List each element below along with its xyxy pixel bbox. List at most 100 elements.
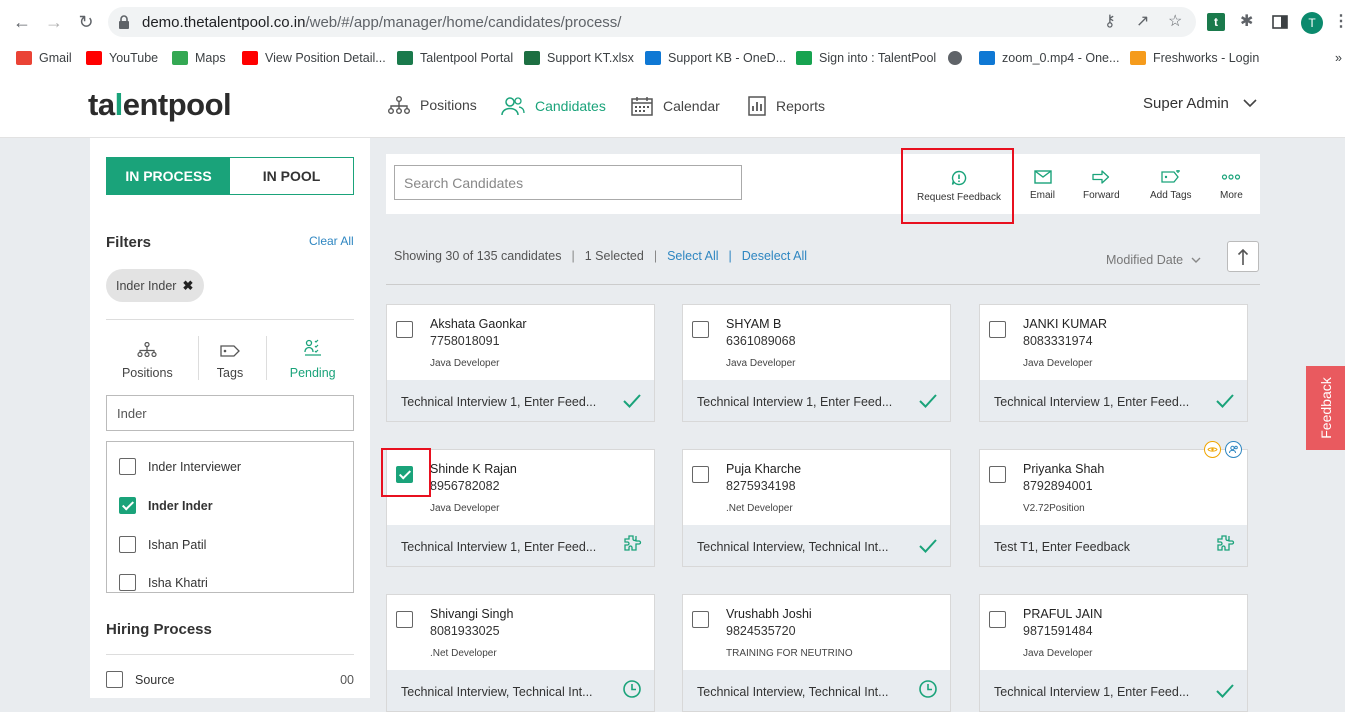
bookmark-item[interactable]: Gmail xyxy=(16,48,72,68)
tag-icon xyxy=(220,345,240,357)
user-menu[interactable]: Super Admin xyxy=(1143,95,1257,112)
filter-search-input[interactable]: Inder xyxy=(106,395,354,431)
interviewer-option[interactable]: Inder Interviewer xyxy=(119,458,241,475)
sort-direction-button[interactable] xyxy=(1227,241,1259,272)
candidate-checkbox[interactable] xyxy=(692,611,709,628)
candidate-name[interactable]: Vrushabh Joshi xyxy=(726,607,812,621)
hiring-process-heading: Hiring Process xyxy=(106,621,212,638)
candidate-stage: Technical Interview 1, Enter Feed... xyxy=(683,380,950,421)
candidate-checkbox[interactable] xyxy=(692,321,709,338)
reload-icon[interactable]: ↻ xyxy=(76,12,96,32)
filter-chip: Inder Inder ✖ xyxy=(106,269,205,302)
candidate-checkbox[interactable] xyxy=(989,321,1006,338)
checkbox[interactable] xyxy=(119,497,136,514)
add-tags-button[interactable]: Add Tags xyxy=(1150,170,1192,201)
email-button[interactable]: Email xyxy=(1030,170,1055,201)
talentpool-logo[interactable]: talentpool xyxy=(88,87,232,123)
checkbox[interactable] xyxy=(119,574,136,591)
eye-icon[interactable] xyxy=(1204,441,1221,458)
interviewer-option-label: Inder Inder xyxy=(148,498,213,513)
bookmark-item[interactable]: View Position Detail... xyxy=(242,48,386,68)
key-icon[interactable]: ⚷ xyxy=(1104,13,1116,31)
candidate-checkbox[interactable] xyxy=(989,466,1006,483)
candidate-checkbox[interactable] xyxy=(692,466,709,483)
candidate-name[interactable]: Shivangi Singh xyxy=(430,607,513,621)
tab-in-pool[interactable]: IN POOL xyxy=(230,158,353,194)
back-icon[interactable]: ← xyxy=(12,12,32,32)
checkbox[interactable] xyxy=(119,458,136,475)
interviewer-option[interactable]: Ishan Patil xyxy=(119,536,206,553)
candidate-card[interactable]: JANKI KUMAR 8083331974 Java Developer Techn… xyxy=(979,304,1248,422)
candidate-checkbox[interactable] xyxy=(396,611,413,628)
forward-icon[interactable]: → xyxy=(44,12,64,32)
check-icon xyxy=(1215,393,1235,409)
bookmarks-bar: Gmail YouTube Maps View Position Detail... T… xyxy=(0,44,1345,74)
candidate-stage: Technical Interview, Technical Int... xyxy=(387,670,654,711)
menu-kebab-icon[interactable]: ⋮ xyxy=(1333,13,1345,31)
bookmark-item[interactable]: Support KB - OneD... xyxy=(645,48,786,68)
candidate-name[interactable]: JANKI KUMAR xyxy=(1023,317,1107,331)
more-bookmarks-icon[interactable]: » xyxy=(1335,48,1342,68)
bookmark-label: Sign into : TalentPool xyxy=(819,51,937,65)
candidate-card[interactable]: Akshata Gaonkar 7758018091 Java Developer T… xyxy=(386,304,655,422)
remove-chip-icon[interactable]: ✖ xyxy=(182,278,193,294)
candidate-checkbox[interactable] xyxy=(989,611,1006,628)
address-bar[interactable]: demo.thetalentpool.co.in/web/#/app/manag… xyxy=(108,7,1196,37)
calendar-icon xyxy=(631,97,653,116)
share-icon[interactable]: ↗ xyxy=(1136,13,1149,31)
nav-candidates[interactable]: Candidates xyxy=(501,96,606,116)
nav-reports[interactable]: Reports xyxy=(748,96,825,116)
candidate-name[interactable]: Puja Kharche xyxy=(726,462,801,476)
sort-dropdown[interactable]: Modified Date xyxy=(1106,253,1201,267)
candidate-name[interactable]: Shinde K Rajan xyxy=(430,462,517,476)
profile-avatar[interactable]: T xyxy=(1301,12,1323,34)
candidate-card[interactable]: Puja Kharche 8275934198 .Net Developer Tech… xyxy=(682,449,951,567)
candidate-card[interactable]: Shivangi Singh 8081933025 .Net Developer Te… xyxy=(386,594,655,712)
interviewer-option[interactable]: Inder Inder xyxy=(119,497,213,514)
tab-in-process[interactable]: IN PROCESS xyxy=(107,158,230,194)
star-icon[interactable]: ☆ xyxy=(1168,13,1182,31)
nav-positions[interactable]: Positions xyxy=(388,96,477,114)
filter-tab-pending[interactable]: Pending xyxy=(271,332,354,384)
forward-button[interactable]: Forward xyxy=(1083,170,1120,201)
interviewer-option[interactable]: Isha Khatri xyxy=(119,574,208,591)
candidate-card[interactable]: Priyanka Shah 8792894001 V2.72Position Test… xyxy=(979,449,1248,567)
interviewer-option-label: Isha Khatri xyxy=(148,575,208,590)
bookmark-label: Gmail xyxy=(39,51,72,65)
filter-tab-tags[interactable]: Tags xyxy=(189,332,272,384)
search-candidates-input[interactable]: Search Candidates xyxy=(394,165,742,200)
talentpool-extension-icon[interactable]: t xyxy=(1207,13,1225,31)
clear-all-link[interactable]: Clear All xyxy=(309,234,354,248)
source-filter-row[interactable]: Source 00 xyxy=(106,671,354,688)
candidate-name[interactable]: PRAFUL JAIN xyxy=(1023,607,1102,621)
candidate-position: Java Developer xyxy=(726,358,796,369)
select-all-link[interactable]: Select All xyxy=(667,249,718,263)
candidate-name[interactable]: SHYAM B xyxy=(726,317,781,331)
sidepanel-icon[interactable] xyxy=(1272,14,1288,30)
candidate-card[interactable]: SHYAM B 6361089068 Java Developer Technical… xyxy=(682,304,951,422)
candidate-name[interactable]: Priyanka Shah xyxy=(1023,462,1104,476)
filter-type-tabs: Positions Tags Pending xyxy=(106,332,354,384)
checkbox[interactable] xyxy=(119,536,136,553)
extensions-icon[interactable]: ✱ xyxy=(1240,13,1253,31)
users-icon[interactable] xyxy=(1225,441,1242,458)
candidate-name[interactable]: Akshata Gaonkar xyxy=(430,317,527,331)
bookmark-item[interactable]: zoom_0.mp4 - One... xyxy=(979,48,1119,68)
candidate-card[interactable]: Vrushabh Joshi 9824535720 TRAINING FOR NEU… xyxy=(682,594,951,712)
more-button[interactable]: More xyxy=(1220,170,1243,201)
feedback-side-tab[interactable]: Feedback xyxy=(1306,366,1345,450)
bookmark-item[interactable]: YouTube xyxy=(86,48,158,68)
candidate-card[interactable]: PRAFUL JAIN 9871591484 Java Developer Techn… xyxy=(979,594,1248,712)
clock-icon xyxy=(622,679,642,699)
candidate-checkbox[interactable] xyxy=(396,321,413,338)
bookmark-item[interactable]: Talentpool Portal xyxy=(397,48,513,68)
bookmark-item[interactable] xyxy=(948,48,969,68)
deselect-all-link[interactable]: Deselect All xyxy=(742,249,807,263)
bookmark-item[interactable]: Maps xyxy=(172,48,226,68)
bookmark-item[interactable]: Sign into : TalentPool xyxy=(796,48,936,68)
filter-tab-positions[interactable]: Positions xyxy=(106,332,189,384)
bookmark-item[interactable]: Support KT.xlsx xyxy=(524,48,634,68)
nav-calendar[interactable]: Calendar xyxy=(631,96,720,116)
source-checkbox[interactable] xyxy=(106,671,123,688)
bookmark-item[interactable]: Freshworks - Login xyxy=(1130,48,1259,68)
